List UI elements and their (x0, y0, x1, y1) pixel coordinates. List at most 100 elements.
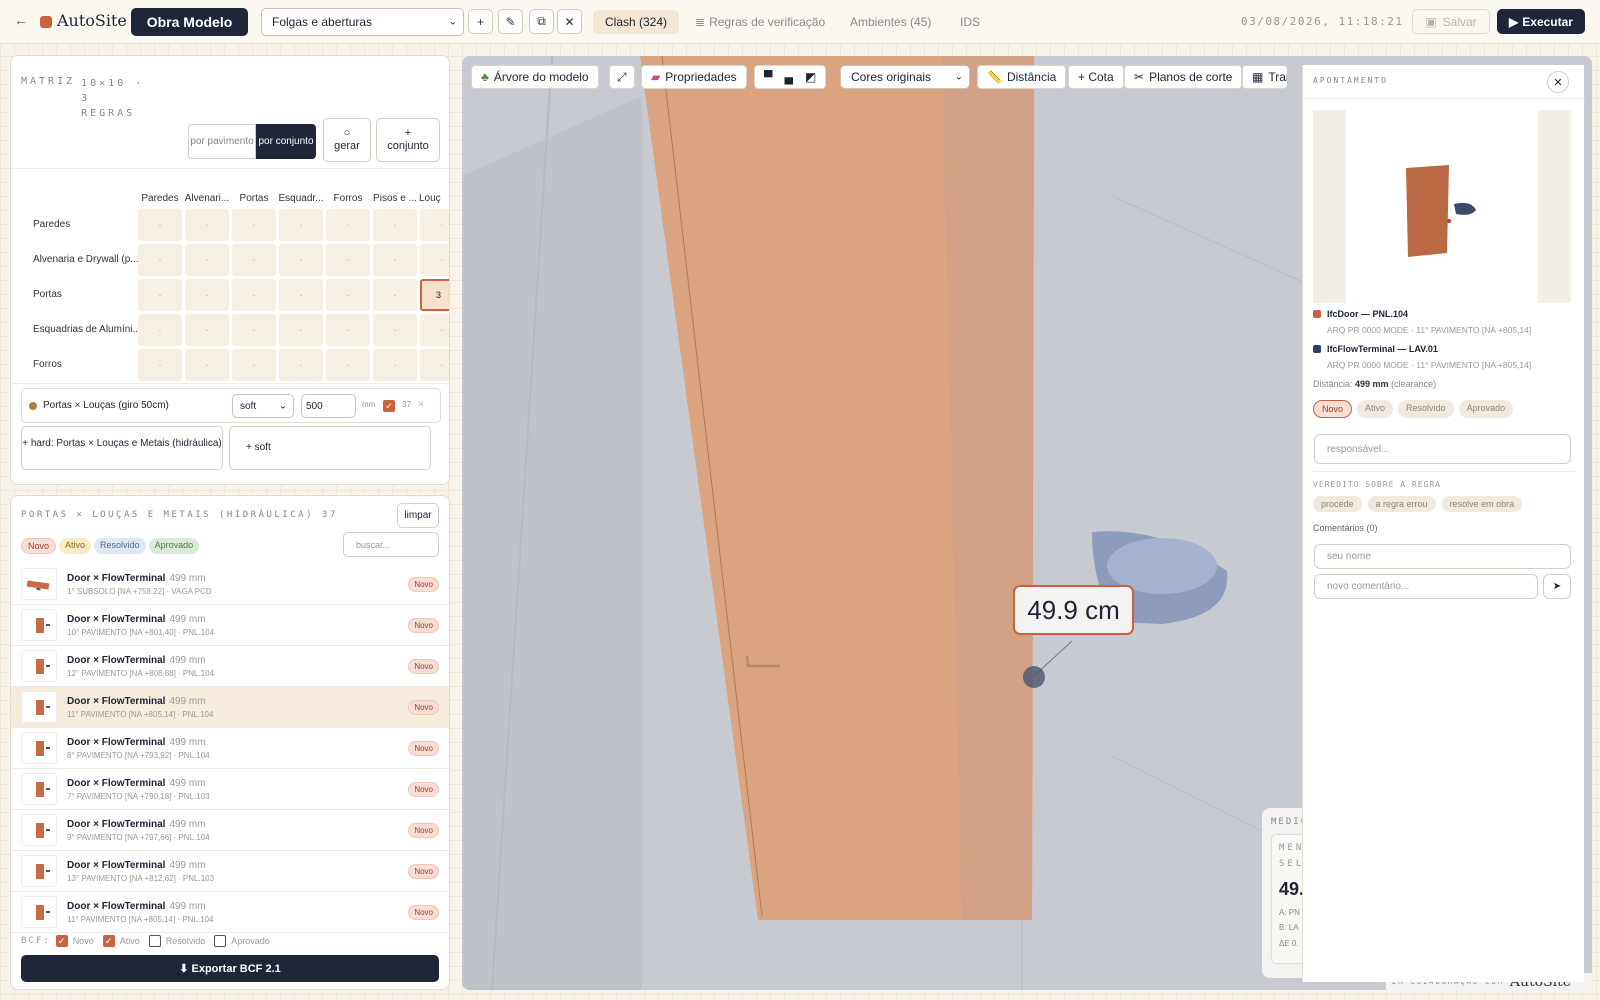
matrix-cell[interactable]: - (138, 244, 182, 276)
search-input[interactable]: buscar... (343, 532, 439, 557)
bcf-checkbox-ativo[interactable]: ✓ (102, 935, 115, 947)
matrix-cell[interactable]: - (420, 314, 449, 346)
matrix-cell[interactable]: - (326, 279, 370, 311)
properties-button[interactable]: ▰ Propriedades (641, 65, 747, 89)
matrix-cell[interactable]: - (420, 209, 449, 241)
toggle-by-set[interactable]: por conjunto (256, 124, 316, 159)
matrix-cell[interactable]: - (138, 279, 182, 311)
matrix-cell[interactable]: - (420, 349, 449, 381)
matrix-cell[interactable]: - (138, 349, 182, 381)
duplicate-button[interactable]: ⧉ (529, 9, 554, 34)
close-preset-button[interactable]: ✕ (557, 9, 582, 34)
matrix-cell[interactable]: - (138, 314, 182, 346)
matrix-cell[interactable]: - (279, 349, 323, 381)
back-arrow-icon[interactable]: ← (14, 12, 28, 28)
matrix-cell[interactable]: - (232, 314, 276, 346)
matrix-cell[interactable]: - (232, 244, 276, 276)
add-soft-rule-button[interactable]: + soft (229, 426, 431, 470)
matrix-cell[interactable]: - (373, 209, 417, 241)
status-ativo[interactable]: Ativo (1357, 400, 1394, 418)
add-button[interactable]: + (468, 9, 493, 34)
clash-list-item[interactable]: Door × FlowTerminal 499 mm 12° PAVIMENTO [… (11, 646, 449, 687)
edit-button[interactable]: ✎ (498, 9, 523, 34)
matrix-cell[interactable]: - (326, 209, 370, 241)
bcf-checkbox-novo[interactable]: ✓ (55, 935, 68, 947)
toggle-by-floor[interactable]: por pavimento (188, 124, 256, 159)
clash-list-item[interactable]: Door × FlowTerminal 499 mm 13° PAVIMENTO [… (11, 851, 449, 892)
clash-list-item[interactable]: Door × FlowTerminal 499 mm 11° PAVIMENTO [… (11, 892, 449, 933)
verdict-resolve-site[interactable]: resolve em obra (1441, 496, 1523, 512)
matrix-cell[interactable]: - (185, 209, 229, 241)
rule-value-input[interactable]: 500 (301, 394, 356, 418)
export-bcf-button[interactable]: ⬇ Exportar BCF 2.1 (21, 955, 439, 982)
rule-checkbox[interactable]: ✓ (383, 400, 395, 412)
status-resolvido[interactable]: Resolvido (1398, 400, 1454, 418)
clash-list-item[interactable]: Door × FlowTerminal 499 mm 11° PAVIMENTO [… (11, 687, 449, 728)
filter-resolvido[interactable]: Resolvido (94, 538, 146, 554)
matrix-cell[interactable]: - (279, 244, 323, 276)
tab-rooms[interactable]: Ambientes (45) (838, 10, 943, 34)
matrix-cell[interactable]: - (185, 279, 229, 311)
close-detail-button[interactable]: ✕ (1547, 71, 1569, 93)
responsible-input[interactable]: responsável... (1314, 434, 1571, 464)
status-aprovado[interactable]: Aprovado (1458, 400, 1514, 418)
add-hard-rule-button[interactable]: + hard: Portas × Louças e Metais (hidráu… (21, 426, 223, 470)
clear-button[interactable]: limpar (397, 503, 439, 528)
fit-view-button[interactable]: ⤢ (609, 65, 635, 89)
matrix-cell[interactable]: - (373, 279, 417, 311)
generate-button[interactable]: ○ gerar (323, 118, 371, 162)
matrix-cell[interactable]: - (279, 279, 323, 311)
matrix-cell[interactable]: - (232, 279, 276, 311)
dimension-button[interactable]: + Cota (1068, 65, 1124, 89)
matrix-cell[interactable]: - (373, 314, 417, 346)
matrix-cell[interactable]: - (138, 209, 182, 241)
project-button[interactable]: Obra Modelo (131, 8, 248, 36)
add-set-button[interactable]: + conjunto (376, 118, 440, 162)
model-tree-button[interactable]: ♣ Árvore do modelo (471, 65, 599, 89)
filter-novo[interactable]: Novo (21, 538, 57, 554)
distance-button[interactable]: 📏 Distância (977, 65, 1067, 89)
tab-clash[interactable]: Clash (324) (593, 10, 680, 34)
clash-list-item[interactable]: Door × FlowTerminal 499 mm 10° PAVIMENTO [… (11, 605, 449, 646)
rule-mode-select[interactable]: soft ⌄ (232, 394, 294, 418)
clash-list-item[interactable]: Door × FlowTerminal 499 mm 9° PAVIMENTO [N… (11, 810, 449, 851)
filter-aprovado[interactable]: Aprovado (148, 538, 200, 554)
clash-list-item[interactable]: Door × FlowTerminal 499 mm 1° SUBSOLO [NA … (11, 564, 449, 605)
matrix-cell[interactable]: - (326, 349, 370, 381)
clash-list-item[interactable]: Door × FlowTerminal 499 mm 8° PAVIMENTO [N… (11, 728, 449, 769)
view-top-icon[interactable]: ▀ (764, 70, 773, 84)
comment-input[interactable]: novo comentário... (1314, 574, 1538, 599)
transparency-button[interactable]: ▦ Trans (1242, 65, 1287, 89)
matrix-cell[interactable]: - (185, 244, 229, 276)
matrix-cell[interactable]: - (232, 209, 276, 241)
bcf-checkbox-aprovado[interactable] (214, 935, 227, 947)
send-comment-button[interactable]: ➤ (1543, 574, 1571, 599)
remove-rule-icon[interactable]: ✕ (417, 399, 425, 410)
verdict-rule-wrong[interactable]: a regra errou (1367, 496, 1436, 512)
bcf-checkbox-resolvido[interactable] (148, 935, 161, 947)
matrix-cell[interactable]: - (279, 209, 323, 241)
matrix-cell[interactable]: - (326, 314, 370, 346)
run-button[interactable]: ▶ Executar (1497, 9, 1585, 34)
filter-ativo[interactable]: Ativo (59, 538, 92, 554)
view-bottom-icon[interactable]: ▄ (785, 70, 794, 84)
matrix-cell[interactable]: 3 (420, 279, 449, 311)
matrix-cell[interactable]: - (373, 244, 417, 276)
section-planes-button[interactable]: ✂ Planos de corte (1124, 65, 1243, 89)
tab-rules[interactable]: ≣ Regras de verificação (683, 10, 837, 34)
matrix-cell[interactable]: - (185, 349, 229, 381)
matrix-cell[interactable]: - (232, 349, 276, 381)
clash-list-item[interactable]: Door × FlowTerminal 499 mm 7° PAVIMENTO [N… (11, 769, 449, 810)
matrix-cell[interactable]: - (373, 349, 417, 381)
verdict-procede[interactable]: procede (1313, 496, 1362, 512)
matrix-cell[interactable]: - (326, 244, 370, 276)
preset-select[interactable]: Folgas e aberturas ⌄ (261, 8, 464, 36)
status-novo[interactable]: Novo (1313, 400, 1353, 418)
view-corner-icon[interactable]: ◩ (805, 70, 816, 84)
measure-point[interactable] (1023, 666, 1045, 688)
color-mode-select[interactable]: Cores originais ⌄ (840, 65, 970, 89)
matrix-cell[interactable]: - (279, 314, 323, 346)
matrix-cell[interactable]: - (185, 314, 229, 346)
name-input[interactable]: seu nome (1314, 544, 1571, 569)
matrix-cell[interactable]: - (420, 244, 449, 276)
